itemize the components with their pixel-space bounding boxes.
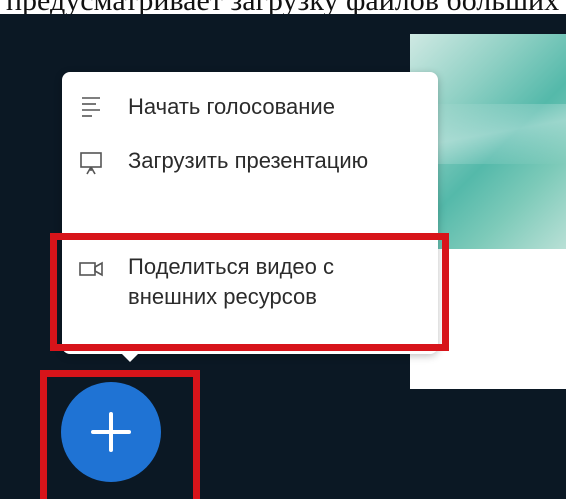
video-camera-icon — [78, 256, 104, 282]
menu-item-label: Начать голосование — [128, 94, 335, 119]
page-caption: предусматривает загрузку файлов больших — [0, 0, 566, 14]
presentation-icon — [78, 150, 104, 176]
menu-item-upload-presentation[interactable]: Загрузить презентацию — [62, 142, 438, 232]
menu-item-label: Загрузить презентацию — [128, 148, 369, 173]
menu-item-start-vote[interactable]: Начать голосование — [62, 88, 438, 128]
menu-pointer — [118, 350, 142, 362]
plus-icon-vertical — [109, 412, 113, 452]
add-content-button[interactable] — [61, 382, 161, 482]
caption-text: предусматривает загрузку файлов больших — [6, 0, 559, 14]
list-icon — [78, 94, 104, 120]
add-content-menu: Начать голосование Загрузить презентацию — [62, 72, 438, 354]
menu-item-share-external-video[interactable]: Поделиться видео с внешних ресурсов — [62, 248, 438, 328]
menu-item-label: Поделиться видео с внешних ресурсов — [128, 254, 334, 309]
